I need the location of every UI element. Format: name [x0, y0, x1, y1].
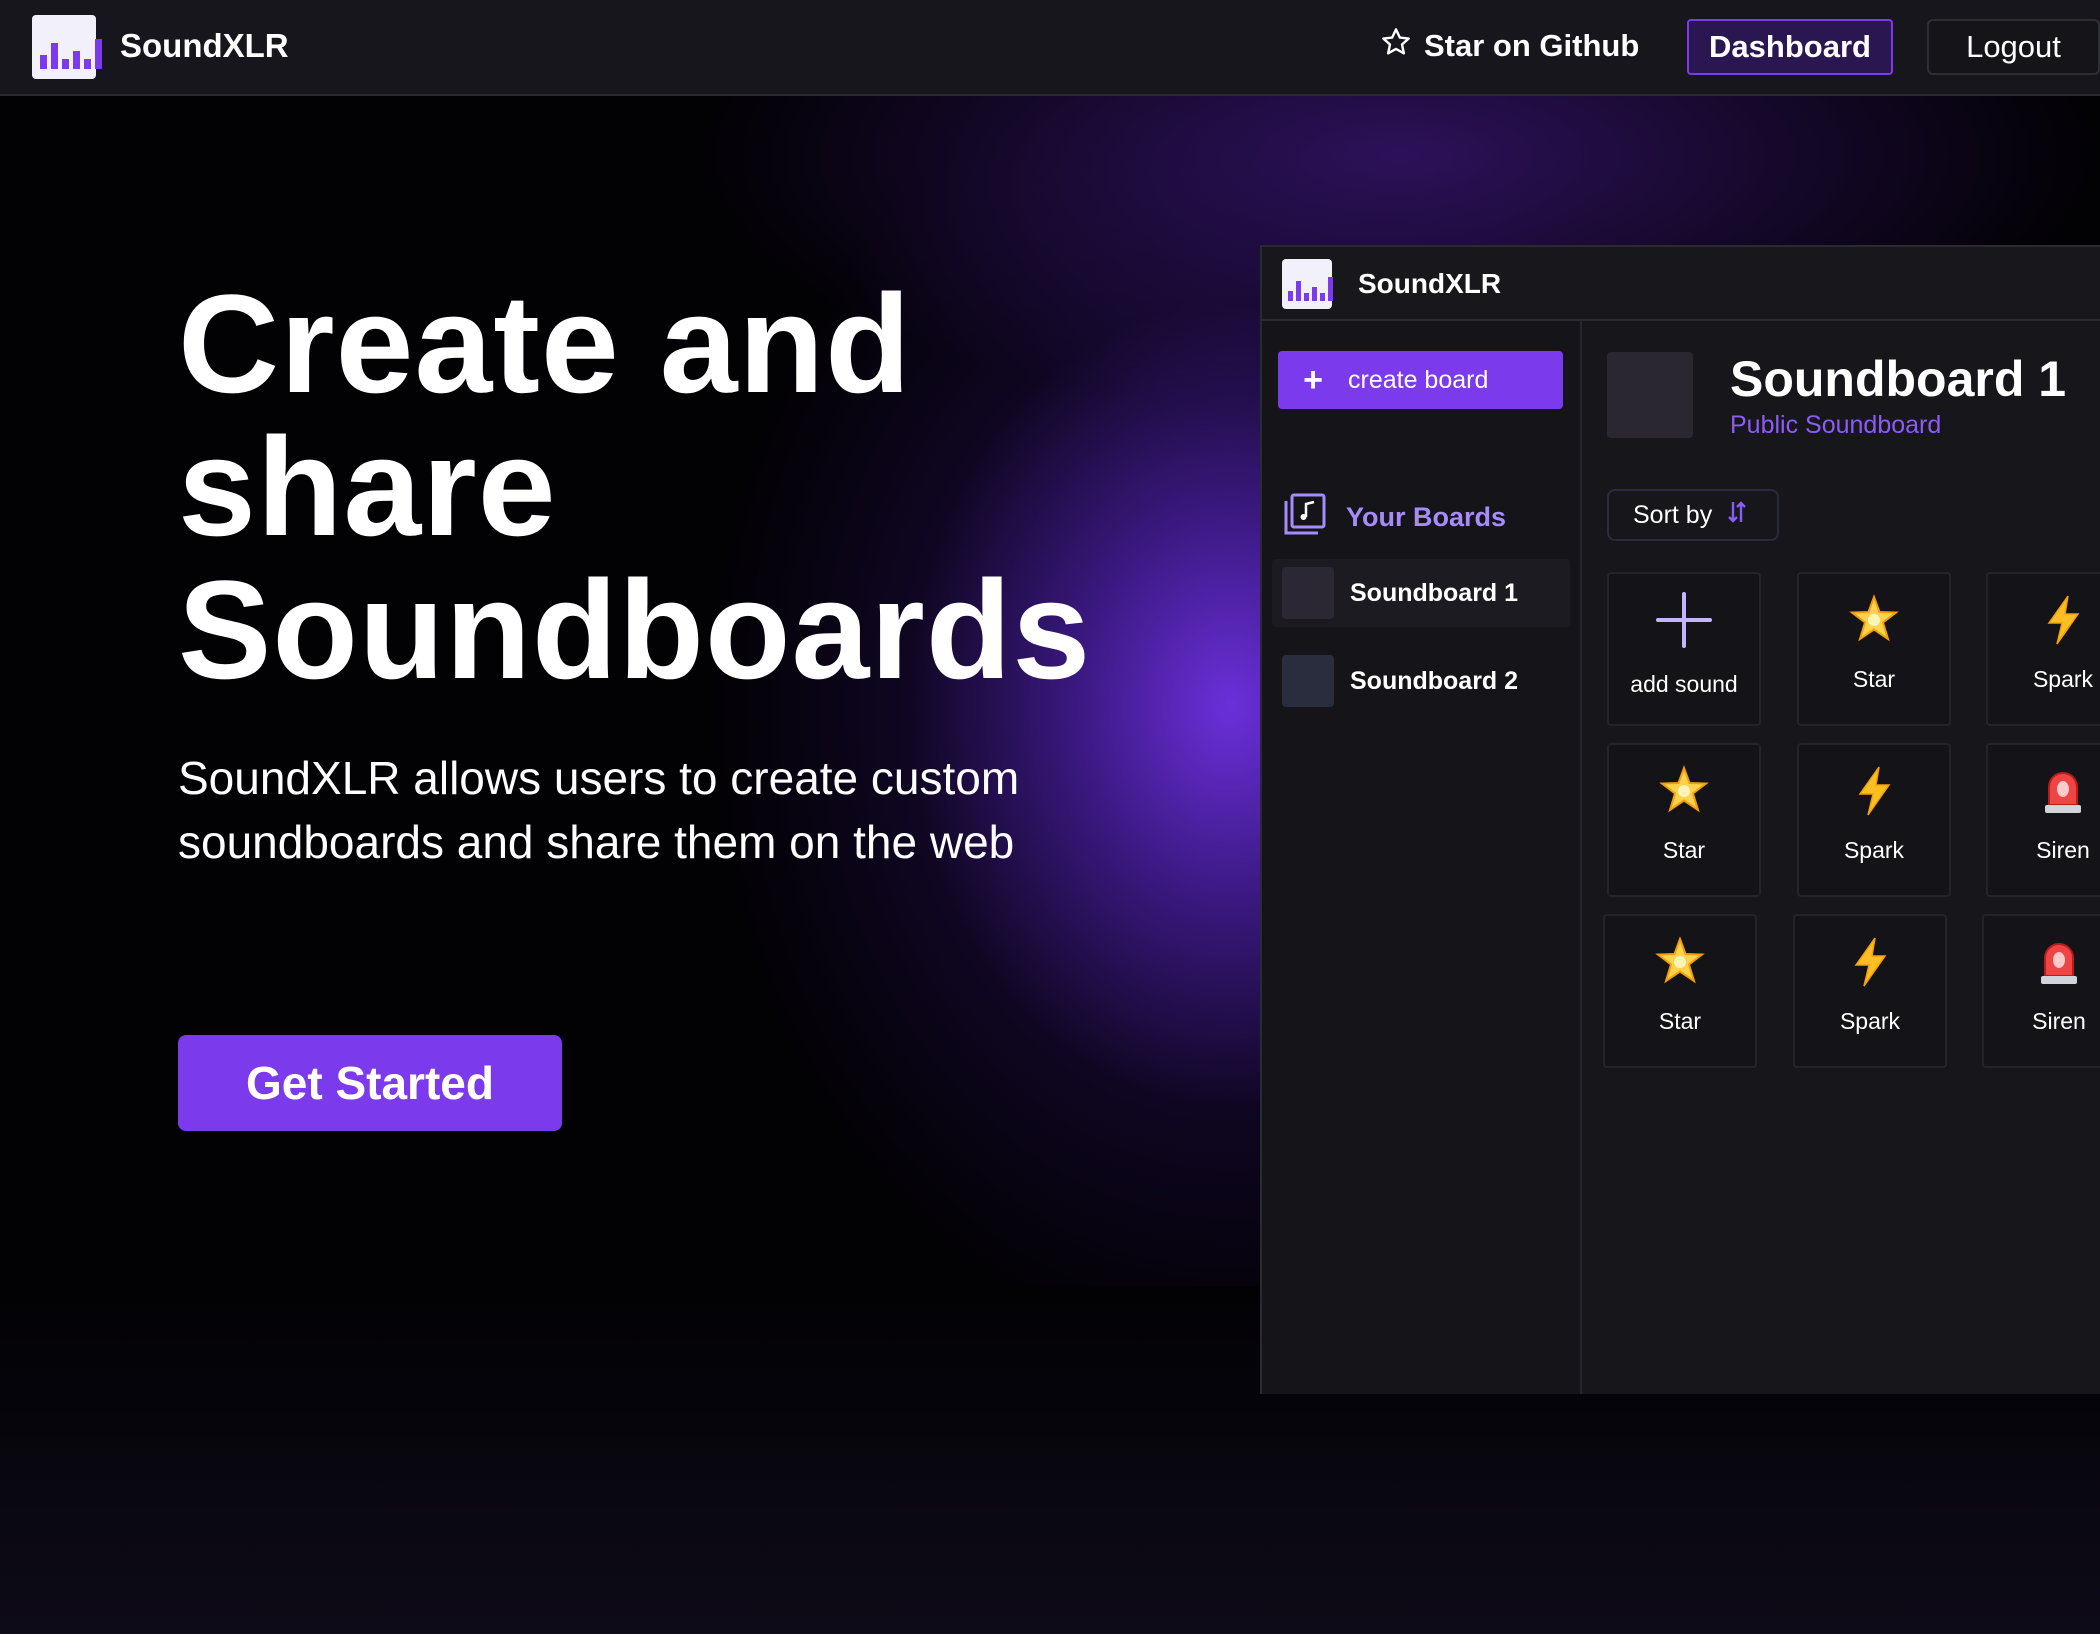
star-icon [1605, 930, 1755, 994]
hero-title-line-1: Create and [178, 265, 912, 422]
add-sound-label: add sound [1630, 671, 1738, 697]
music-library-icon [1282, 491, 1328, 544]
star-on-github-label: Star on Github [1424, 28, 1640, 63]
sidebar-item-soundboard-2[interactable]: Soundboard 2 [1272, 647, 1570, 715]
hero-title-line-3: Soundboards [178, 551, 1092, 708]
logout-button[interactable]: Logout [1927, 19, 2100, 75]
star-on-github-link[interactable]: Star on Github [1380, 22, 1639, 70]
app-preview: SoundXLR + create board Your Boards Soun… [1260, 245, 2100, 1394]
board-name: Soundboard 2 [1350, 666, 1519, 695]
brand-name[interactable]: SoundXLR [120, 27, 289, 65]
hero-subtitle: SoundXLR allows users to create custom s… [178, 752, 1020, 868]
sort-by-label: Sort by [1633, 500, 1713, 529]
sort-by-button[interactable]: Sort by [1607, 489, 1779, 541]
create-board-label: create board [1348, 365, 1489, 394]
spark-icon [1988, 588, 2100, 652]
logo-icon[interactable] [32, 15, 102, 79]
add-sound-tile[interactable]: add sound [1607, 572, 1761, 726]
sound-label: Spark [1839, 1008, 1901, 1034]
sound-tile[interactable]: Spark [1797, 743, 1951, 897]
sound-tile[interactable]: Star [1797, 572, 1951, 726]
sort-arrows-icon [1726, 499, 1748, 532]
sound-label: Star [1852, 666, 1896, 692]
board-name: Soundboard 1 [1350, 578, 1519, 607]
sound-tile[interactable]: Siren [1986, 743, 2100, 897]
your-boards-label: Your Boards [1346, 502, 1507, 532]
board-cover-image [1607, 352, 1693, 438]
hero-title-line-2: share [178, 408, 557, 565]
sound-tile[interactable]: Star [1603, 914, 1757, 1068]
create-board-button[interactable]: + create board [1278, 351, 1563, 409]
siren-icon [1988, 759, 2100, 823]
star-icon [1799, 588, 1949, 652]
get-started-button[interactable]: Get Started [178, 1035, 562, 1131]
sound-label: Star [1662, 837, 1706, 863]
sound-label: Star [1658, 1008, 1702, 1034]
top-navbar: SoundXLR Star on Github Dashboard Logout [0, 0, 2100, 96]
spark-icon [1799, 759, 1949, 823]
sound-label: Spark [1843, 837, 1905, 863]
sound-tile[interactable]: Star [1607, 743, 1761, 897]
sound-label: Spark [2032, 666, 2094, 692]
board-swatch [1282, 567, 1334, 619]
app-sidebar: + create board Your Boards Soundboard 1 … [1262, 321, 1582, 1394]
app-logo-icon [1282, 259, 1333, 309]
siren-icon [1984, 930, 2100, 994]
board-title: Soundboard 1 [1730, 351, 2067, 407]
spark-icon [1795, 930, 1945, 994]
board-visibility: Public Soundboard [1730, 411, 1942, 439]
dashboard-button[interactable]: Dashboard [1687, 19, 1893, 75]
sound-label: Siren [2036, 837, 2090, 863]
sound-tile[interactable]: Siren [1982, 914, 2100, 1068]
sound-label: Siren [2032, 1008, 2086, 1034]
sound-tile[interactable]: Spark [1793, 914, 1947, 1068]
sidebar-item-soundboard-1[interactable]: Soundboard 1 [1272, 559, 1570, 627]
plus-icon [1609, 588, 1759, 652]
plus-icon: + [1303, 360, 1323, 399]
star-outline-icon [1380, 26, 1412, 66]
sound-tile[interactable]: Spark [1986, 572, 2100, 726]
star-icon [1609, 759, 1759, 823]
your-boards-heading: Your Boards [1282, 491, 1506, 544]
app-header: SoundXLR [1262, 247, 2100, 321]
app-brand-name: SoundXLR [1358, 268, 1502, 299]
board-swatch [1282, 655, 1334, 707]
hero-title: Create and share Soundboards [178, 272, 1178, 701]
